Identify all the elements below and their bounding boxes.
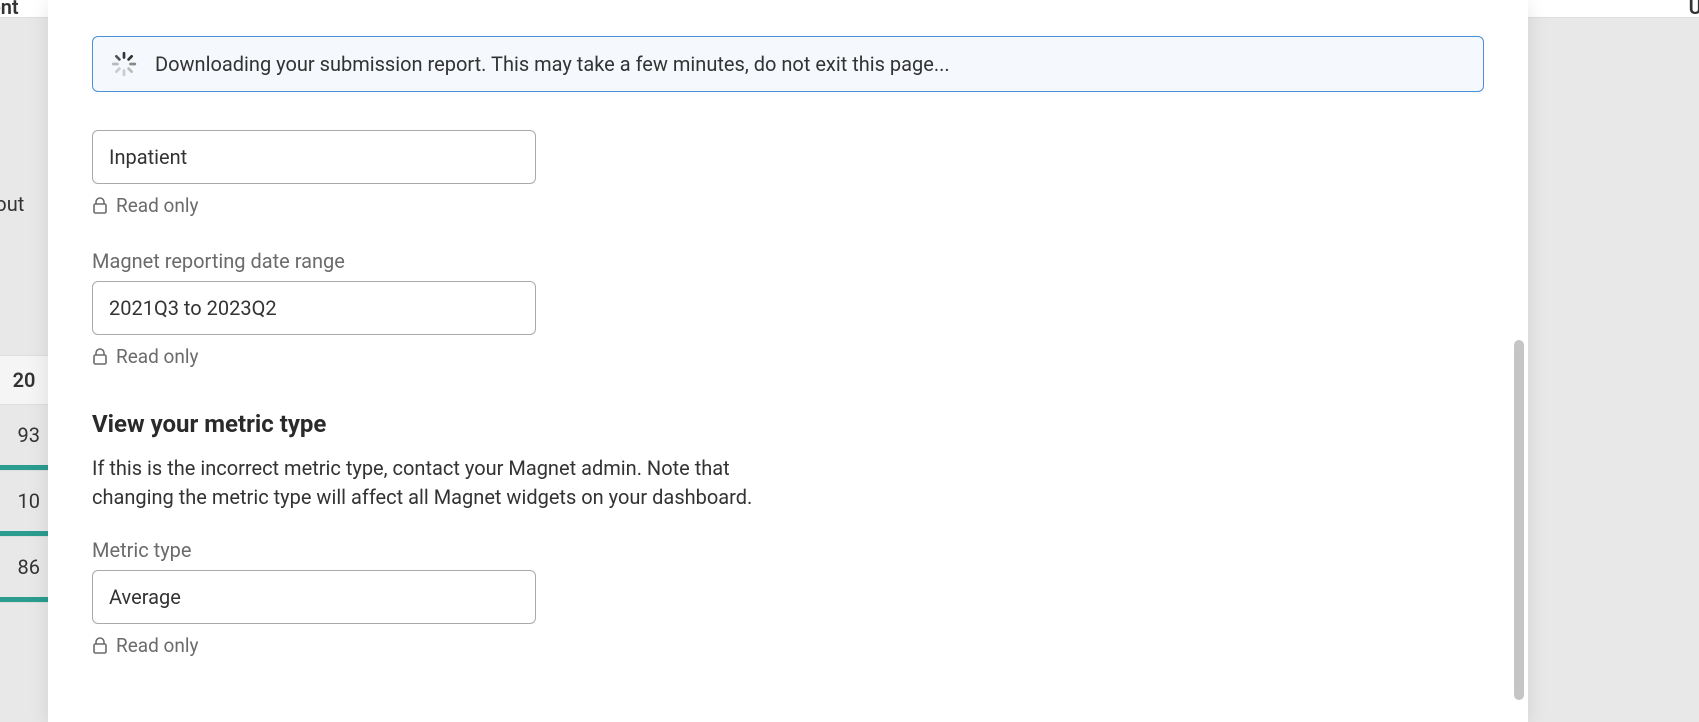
bg-progress-bar	[0, 597, 48, 602]
metric-type-label: Metric type	[92, 538, 1484, 562]
date-range-input	[92, 281, 536, 335]
bg-header-fragment-right: Ur	[1689, 0, 1699, 19]
bg-table-fragment: 20 93 10 86	[0, 355, 48, 603]
spinner-icon	[111, 51, 137, 77]
readonly-label: Read only	[116, 194, 199, 217]
date-range-label: Magnet reporting date range	[92, 249, 1484, 273]
date-range-field: Magnet reporting date range Read only	[92, 249, 1484, 368]
modal-panel: Downloading your submission report. This…	[48, 0, 1528, 722]
patient-type-input	[92, 130, 536, 184]
readonly-hint: Read only	[92, 345, 1484, 368]
bg-table-value: 86	[18, 555, 40, 579]
download-banner: Downloading your submission report. This…	[92, 36, 1484, 92]
patient-type-field: Read only	[92, 130, 1484, 217]
bg-sidebar-text: s out	[0, 192, 24, 216]
bg-header-fragment-left: ent	[0, 0, 19, 19]
bg-progress-bar	[0, 531, 48, 536]
bg-table-year: 20	[0, 355, 48, 405]
metric-type-section-title: View your metric type	[92, 410, 1484, 438]
metric-type-section-desc: If this is the incorrect metric type, co…	[92, 454, 772, 512]
banner-message: Downloading your submission report. This…	[155, 52, 950, 76]
bg-table-value: 10	[18, 489, 40, 513]
metric-type-field: Metric type Read only	[92, 538, 1484, 657]
readonly-hint: Read only	[92, 194, 1484, 217]
bg-progress-bar	[0, 465, 48, 470]
bg-table-value: 93	[18, 423, 40, 447]
lock-icon	[92, 348, 108, 366]
bg-table-cell: 93	[0, 405, 48, 471]
metric-type-input	[92, 570, 536, 624]
readonly-hint: Read only	[92, 634, 1484, 657]
bg-table-cell: 10	[0, 471, 48, 537]
bg-table-cell: 86	[0, 537, 48, 603]
lock-icon	[92, 197, 108, 215]
lock-icon	[92, 637, 108, 655]
readonly-label: Read only	[116, 345, 199, 368]
readonly-label: Read only	[116, 634, 199, 657]
scrollbar-thumb[interactable]	[1514, 340, 1524, 700]
